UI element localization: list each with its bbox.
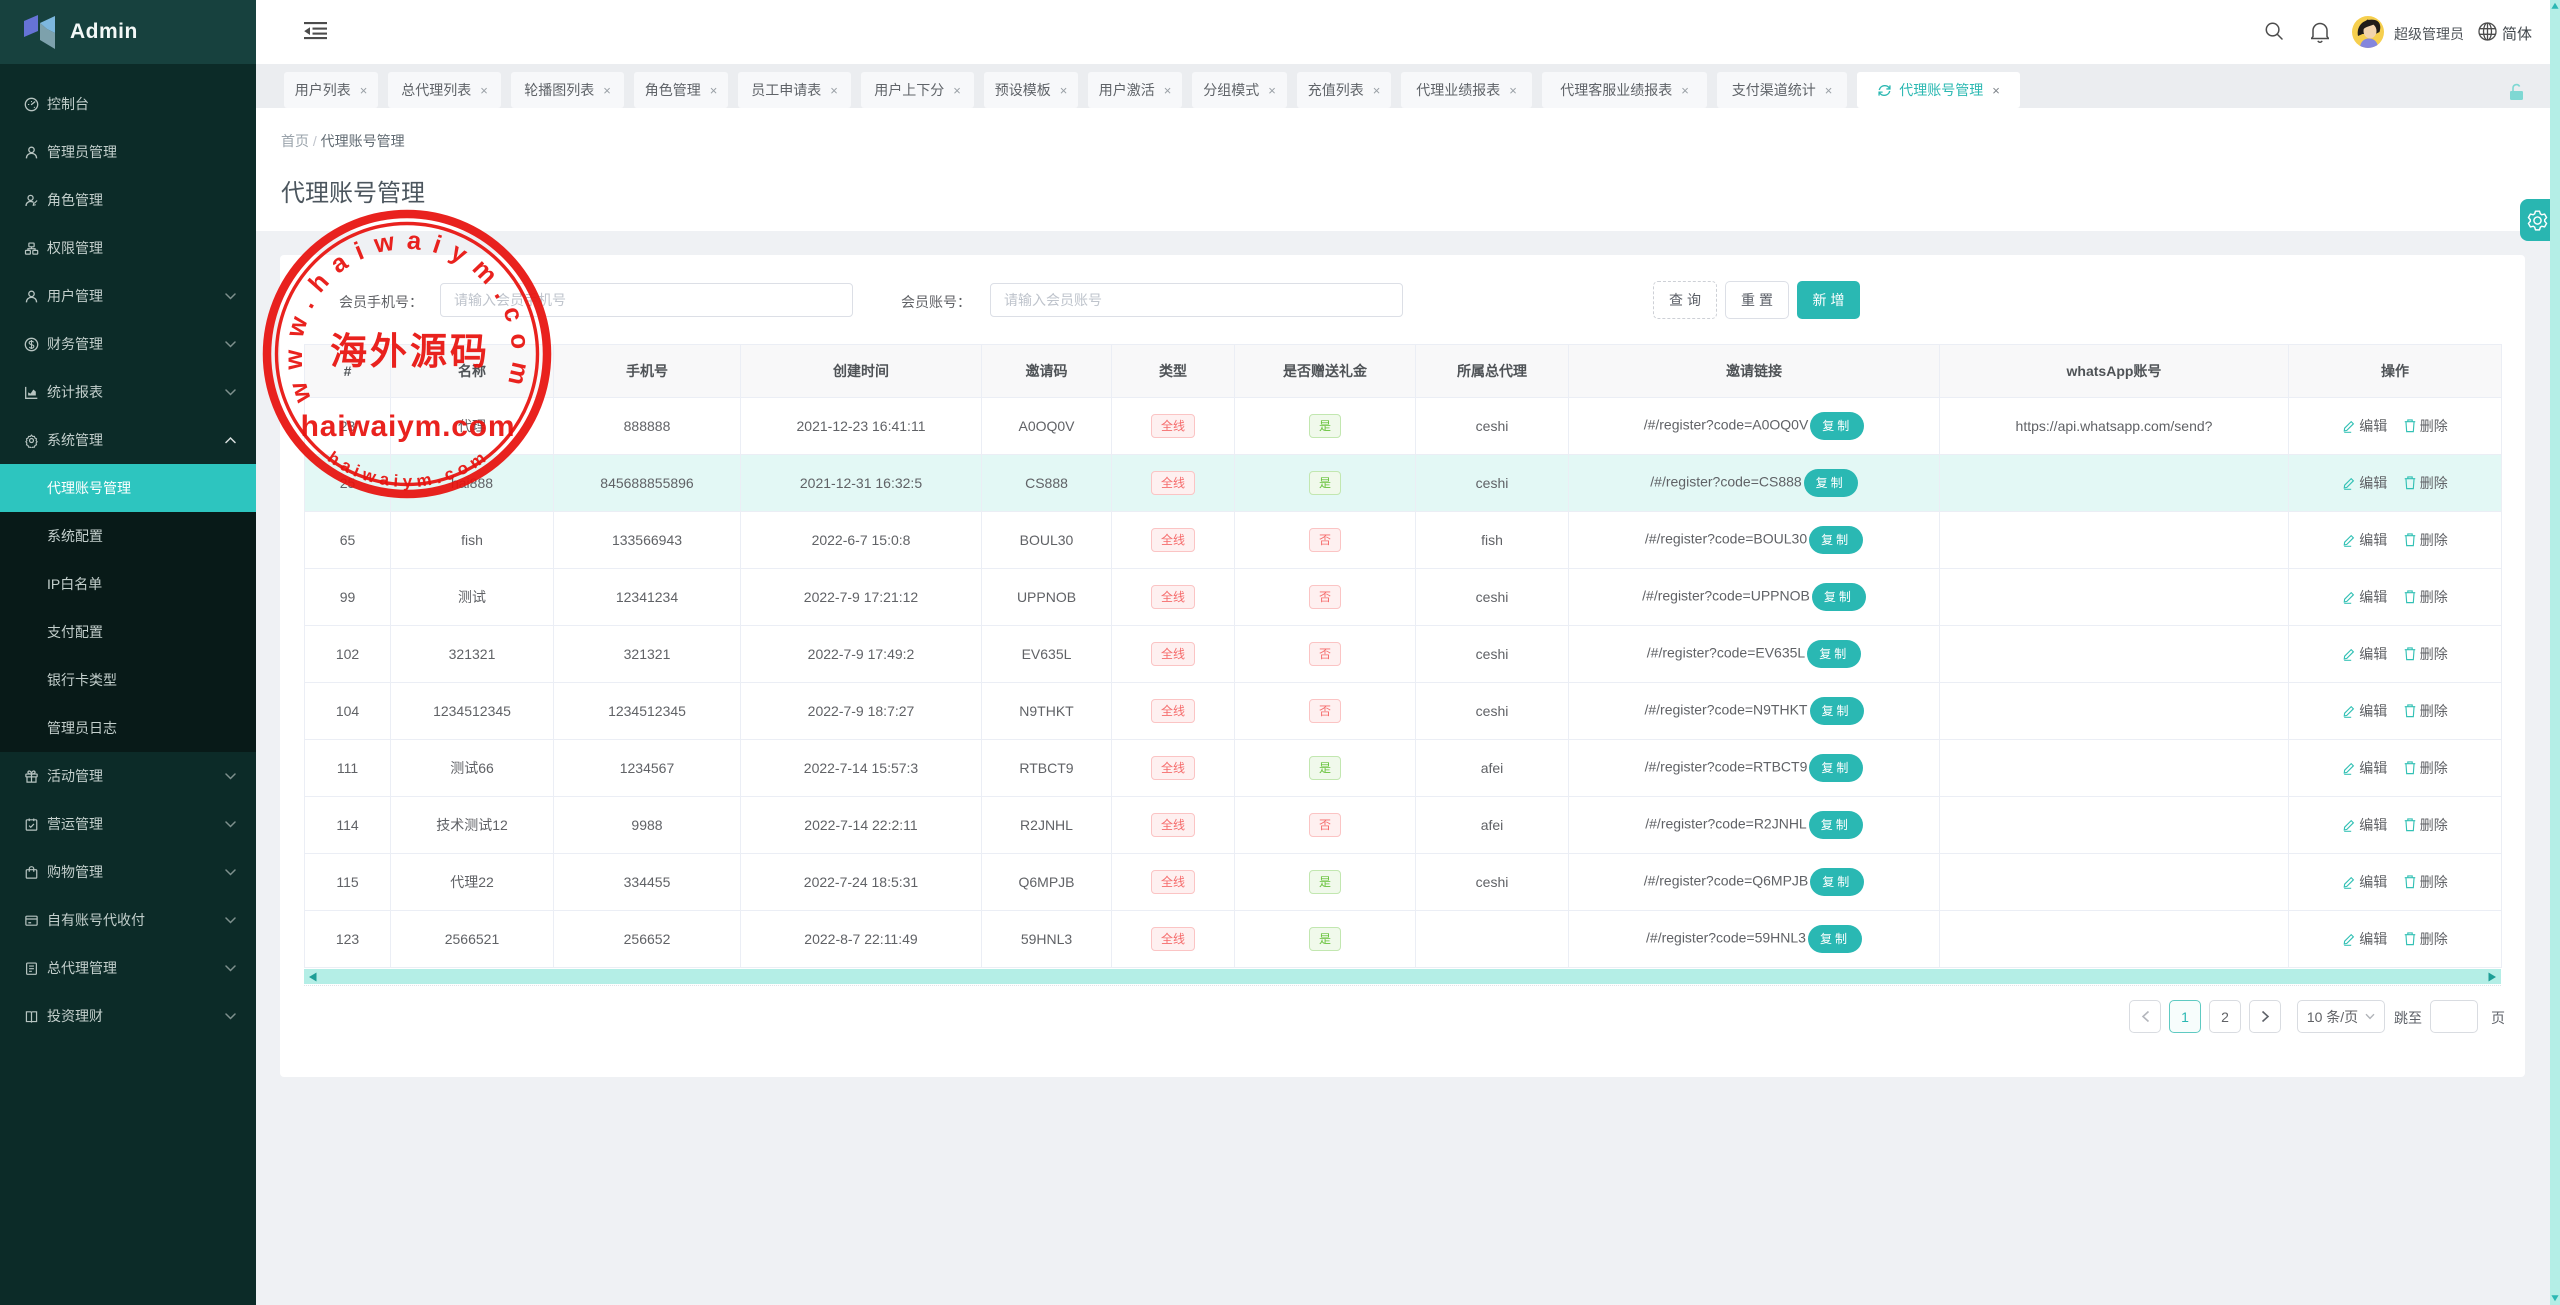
svg-text:www.haiwaiym.com: www.haiwaiym.com [280,226,535,407]
svg-text:海外源码: 海外源码 [330,331,490,372]
svg-text:haiwaiym.com: haiwaiym.com [301,410,516,443]
